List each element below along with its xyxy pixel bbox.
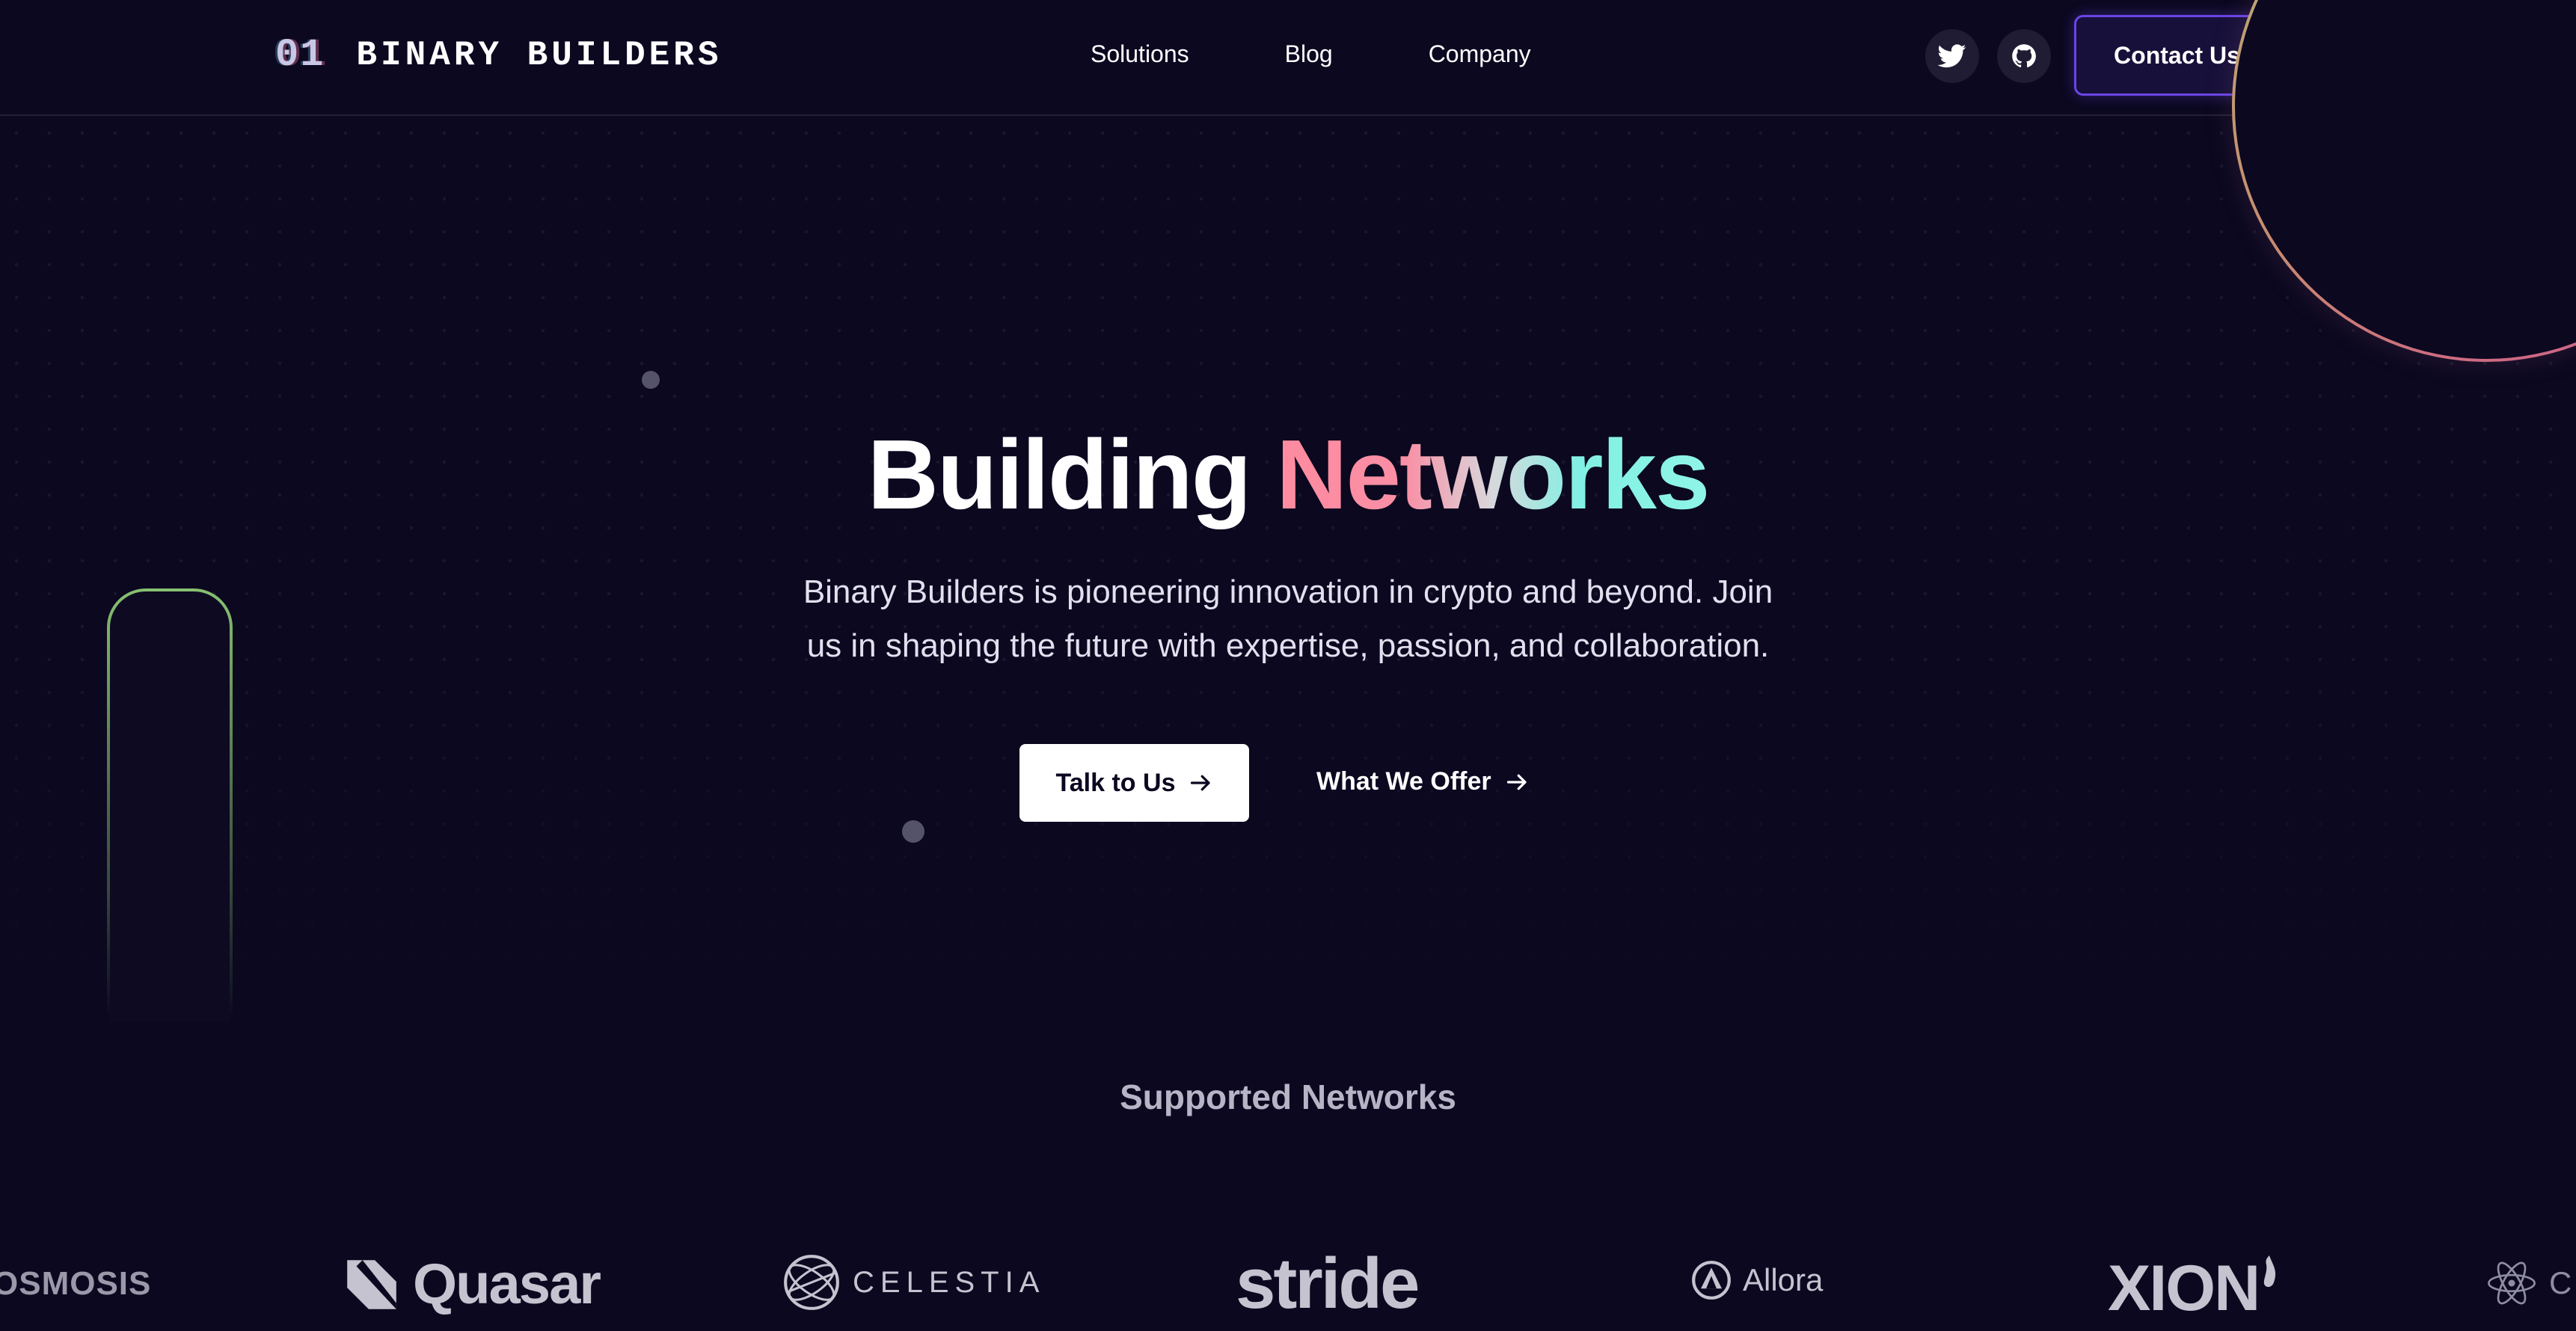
network-name: Allora — [1743, 1262, 1824, 1297]
github-button[interactable] — [1997, 29, 2051, 83]
network-logo-quasar: Quasar — [341, 1252, 601, 1317]
arrow-right-icon — [1191, 775, 1211, 791]
logo-mark: 01 — [275, 33, 325, 77]
supported-networks-title: Supported Networks — [1120, 1078, 1456, 1116]
hero-title: Building Networks — [0, 419, 2576, 531]
twitter-button[interactable] — [1925, 29, 1979, 83]
xion-flame-icon — [2264, 1255, 2276, 1287]
logo-text: BINARY BUILDERS — [356, 35, 723, 75]
hero-title-plain: Building — [867, 419, 1252, 529]
network-logo-cosmos: C — [2485, 1256, 2572, 1310]
atom-icon — [2488, 1261, 2536, 1305]
hero-subtitle-line2: us in shaping the future with expertise,… — [806, 627, 1770, 664]
network-logo-stride: stride — [1236, 1243, 1420, 1325]
decorative-dot — [642, 371, 660, 389]
site-header: 01 BINARY BUILDERS Solutions Blog Compan… — [0, 0, 2576, 116]
nav-solutions[interactable]: Solutions — [1091, 40, 1189, 68]
arrow-right-icon — [1506, 774, 1527, 790]
decorative-pill — [107, 588, 233, 1022]
network-logo-xion: XION — [2108, 1252, 2280, 1326]
talk-to-us-label: Talk to Us — [1055, 768, 1176, 797]
network-name: OSMOSIS — [0, 1265, 152, 1302]
network-name: C — [2549, 1265, 2572, 1300]
page: 01 BINARY BUILDERS Solutions Blog Compan… — [0, 0, 2576, 1331]
decorative-dot — [902, 820, 924, 843]
network-name: CELESTIA — [853, 1265, 1046, 1299]
nav-blog[interactable]: Blog — [1285, 40, 1333, 68]
network-name: stride — [1236, 1244, 1420, 1324]
talk-to-us-button[interactable]: Talk to Us — [1019, 744, 1249, 822]
hero-subtitle-line1: Binary Builders is pioneering innovation… — [803, 574, 1773, 610]
quasar-icon — [347, 1259, 396, 1309]
main-nav: Solutions Blog Company — [1091, 40, 1531, 68]
hero-title-accent: Networks — [1276, 419, 1710, 529]
network-logo-celestia: CELESTIA — [781, 1252, 1045, 1313]
nav-company[interactable]: Company — [1429, 40, 1531, 68]
allora-icon — [1692, 1261, 1731, 1300]
hero-subtitle: Binary Builders is pioneering innovation… — [802, 565, 1774, 673]
celestia-icon — [784, 1255, 839, 1310]
network-name: XION — [2108, 1252, 2260, 1324]
network-name: Quasar — [413, 1252, 601, 1316]
network-logo-osmosis: OSMOSIS — [0, 1265, 151, 1303]
github-icon — [2012, 44, 2036, 68]
logo[interactable]: 01 BINARY BUILDERS — [275, 33, 723, 77]
contact-us-label: Contact Us — [2114, 41, 2240, 69]
network-logo-allora: Allora — [1690, 1259, 1823, 1301]
twitter-icon — [1938, 44, 1966, 68]
what-we-offer-label: What We Offer — [1316, 767, 1491, 796]
what-we-offer-link[interactable]: What We Offer — [1316, 767, 1529, 796]
